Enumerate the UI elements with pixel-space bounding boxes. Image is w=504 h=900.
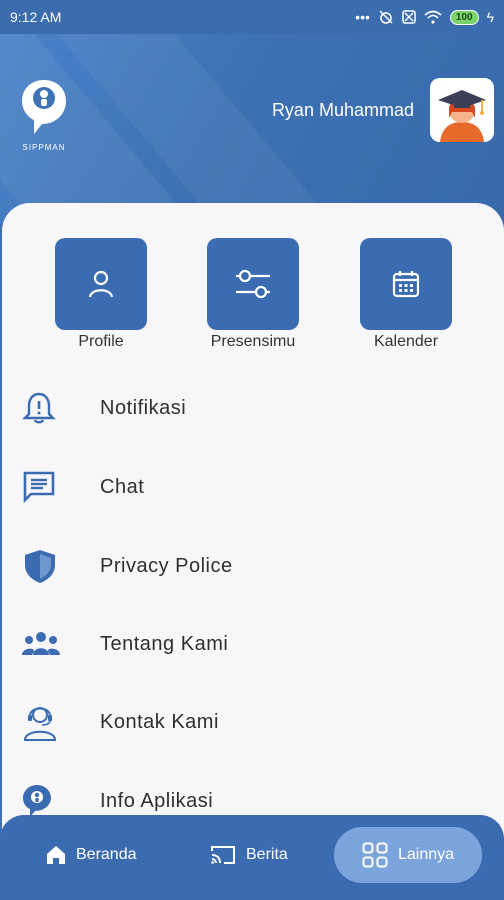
person-icon	[88, 270, 114, 298]
status-icons: ••• 100 ϟ	[355, 9, 494, 25]
app-logo: SIPPMAN	[14, 78, 74, 152]
sliders-icon	[236, 269, 270, 299]
grid-icon	[362, 842, 388, 868]
menu-item-label: Info Aplikasi	[100, 789, 214, 812]
menu-item-label: Chat	[100, 475, 145, 498]
menu-item-chat[interactable]: Chat	[0, 457, 504, 517]
nav-label: Berita	[246, 846, 288, 863]
user-name: Ryan Muhammad	[271, 100, 414, 120]
wifi-icon	[424, 10, 442, 24]
chat-icon	[23, 471, 55, 504]
support-agent-icon	[23, 707, 57, 741]
bell-alert-icon	[22, 392, 56, 424]
presensimu-tile[interactable]	[207, 238, 299, 330]
calendar-icon	[392, 271, 420, 298]
nav-berita[interactable]: Berita	[210, 827, 288, 883]
nav-label: Lainnya	[398, 846, 455, 863]
menu-item-label: Privacy Police	[100, 554, 233, 577]
status-time: 9:12 AM	[10, 9, 62, 25]
kalender-tile[interactable]	[360, 238, 452, 330]
menu-item-privacy[interactable]: Privacy Police	[0, 536, 504, 596]
menu-item-notifikasi[interactable]: Notifikasi	[0, 378, 504, 438]
nav-lainnya[interactable]: Lainnya	[334, 827, 483, 883]
logo-text: SIPPMAN	[22, 143, 66, 152]
cast-icon	[211, 846, 235, 864]
status-bar: 9:12 AM ••• 100 ϟ	[0, 0, 504, 34]
shield-icon	[25, 550, 55, 583]
quick-action-presensimu[interactable]: Presensimu	[207, 238, 299, 351]
nav-label: Beranda	[76, 846, 137, 863]
menu-item-tentang[interactable]: Tentang Kami	[0, 614, 504, 674]
menu-item-label: Notifikasi	[100, 396, 187, 419]
avatar[interactable]	[430, 78, 494, 142]
charging-icon: ϟ	[486, 9, 494, 25]
alarm-off-icon	[379, 10, 393, 24]
quick-action-label: Profile	[78, 333, 124, 350]
sim-off-icon	[402, 10, 416, 24]
profile-tile[interactable]	[55, 238, 147, 330]
quick-action-label: Kalender	[373, 333, 439, 350]
group-icon	[22, 632, 60, 655]
nav-beranda[interactable]: Beranda	[46, 827, 137, 883]
header: SIPPMAN Ryan Muhammad	[0, 34, 504, 224]
home-icon	[47, 846, 65, 864]
avatar-graduate-icon	[430, 78, 494, 142]
app-logo-icon	[22, 80, 66, 134]
more-dots-icon: •••	[355, 9, 370, 25]
menu-item-label: Kontak Kami	[100, 710, 219, 733]
quick-action-profile[interactable]: Profile	[55, 238, 147, 351]
quick-action-kalender[interactable]: Kalender	[360, 238, 452, 351]
bottom-nav: Beranda Berita Lainnya	[0, 815, 504, 900]
menu-item-kontak[interactable]: Kontak Kami	[0, 692, 504, 752]
app-logo-icon	[23, 785, 51, 817]
quick-action-label: Presensimu	[210, 333, 296, 350]
battery-icon: 100	[449, 9, 479, 25]
menu-item-label: Tentang Kami	[100, 632, 229, 655]
